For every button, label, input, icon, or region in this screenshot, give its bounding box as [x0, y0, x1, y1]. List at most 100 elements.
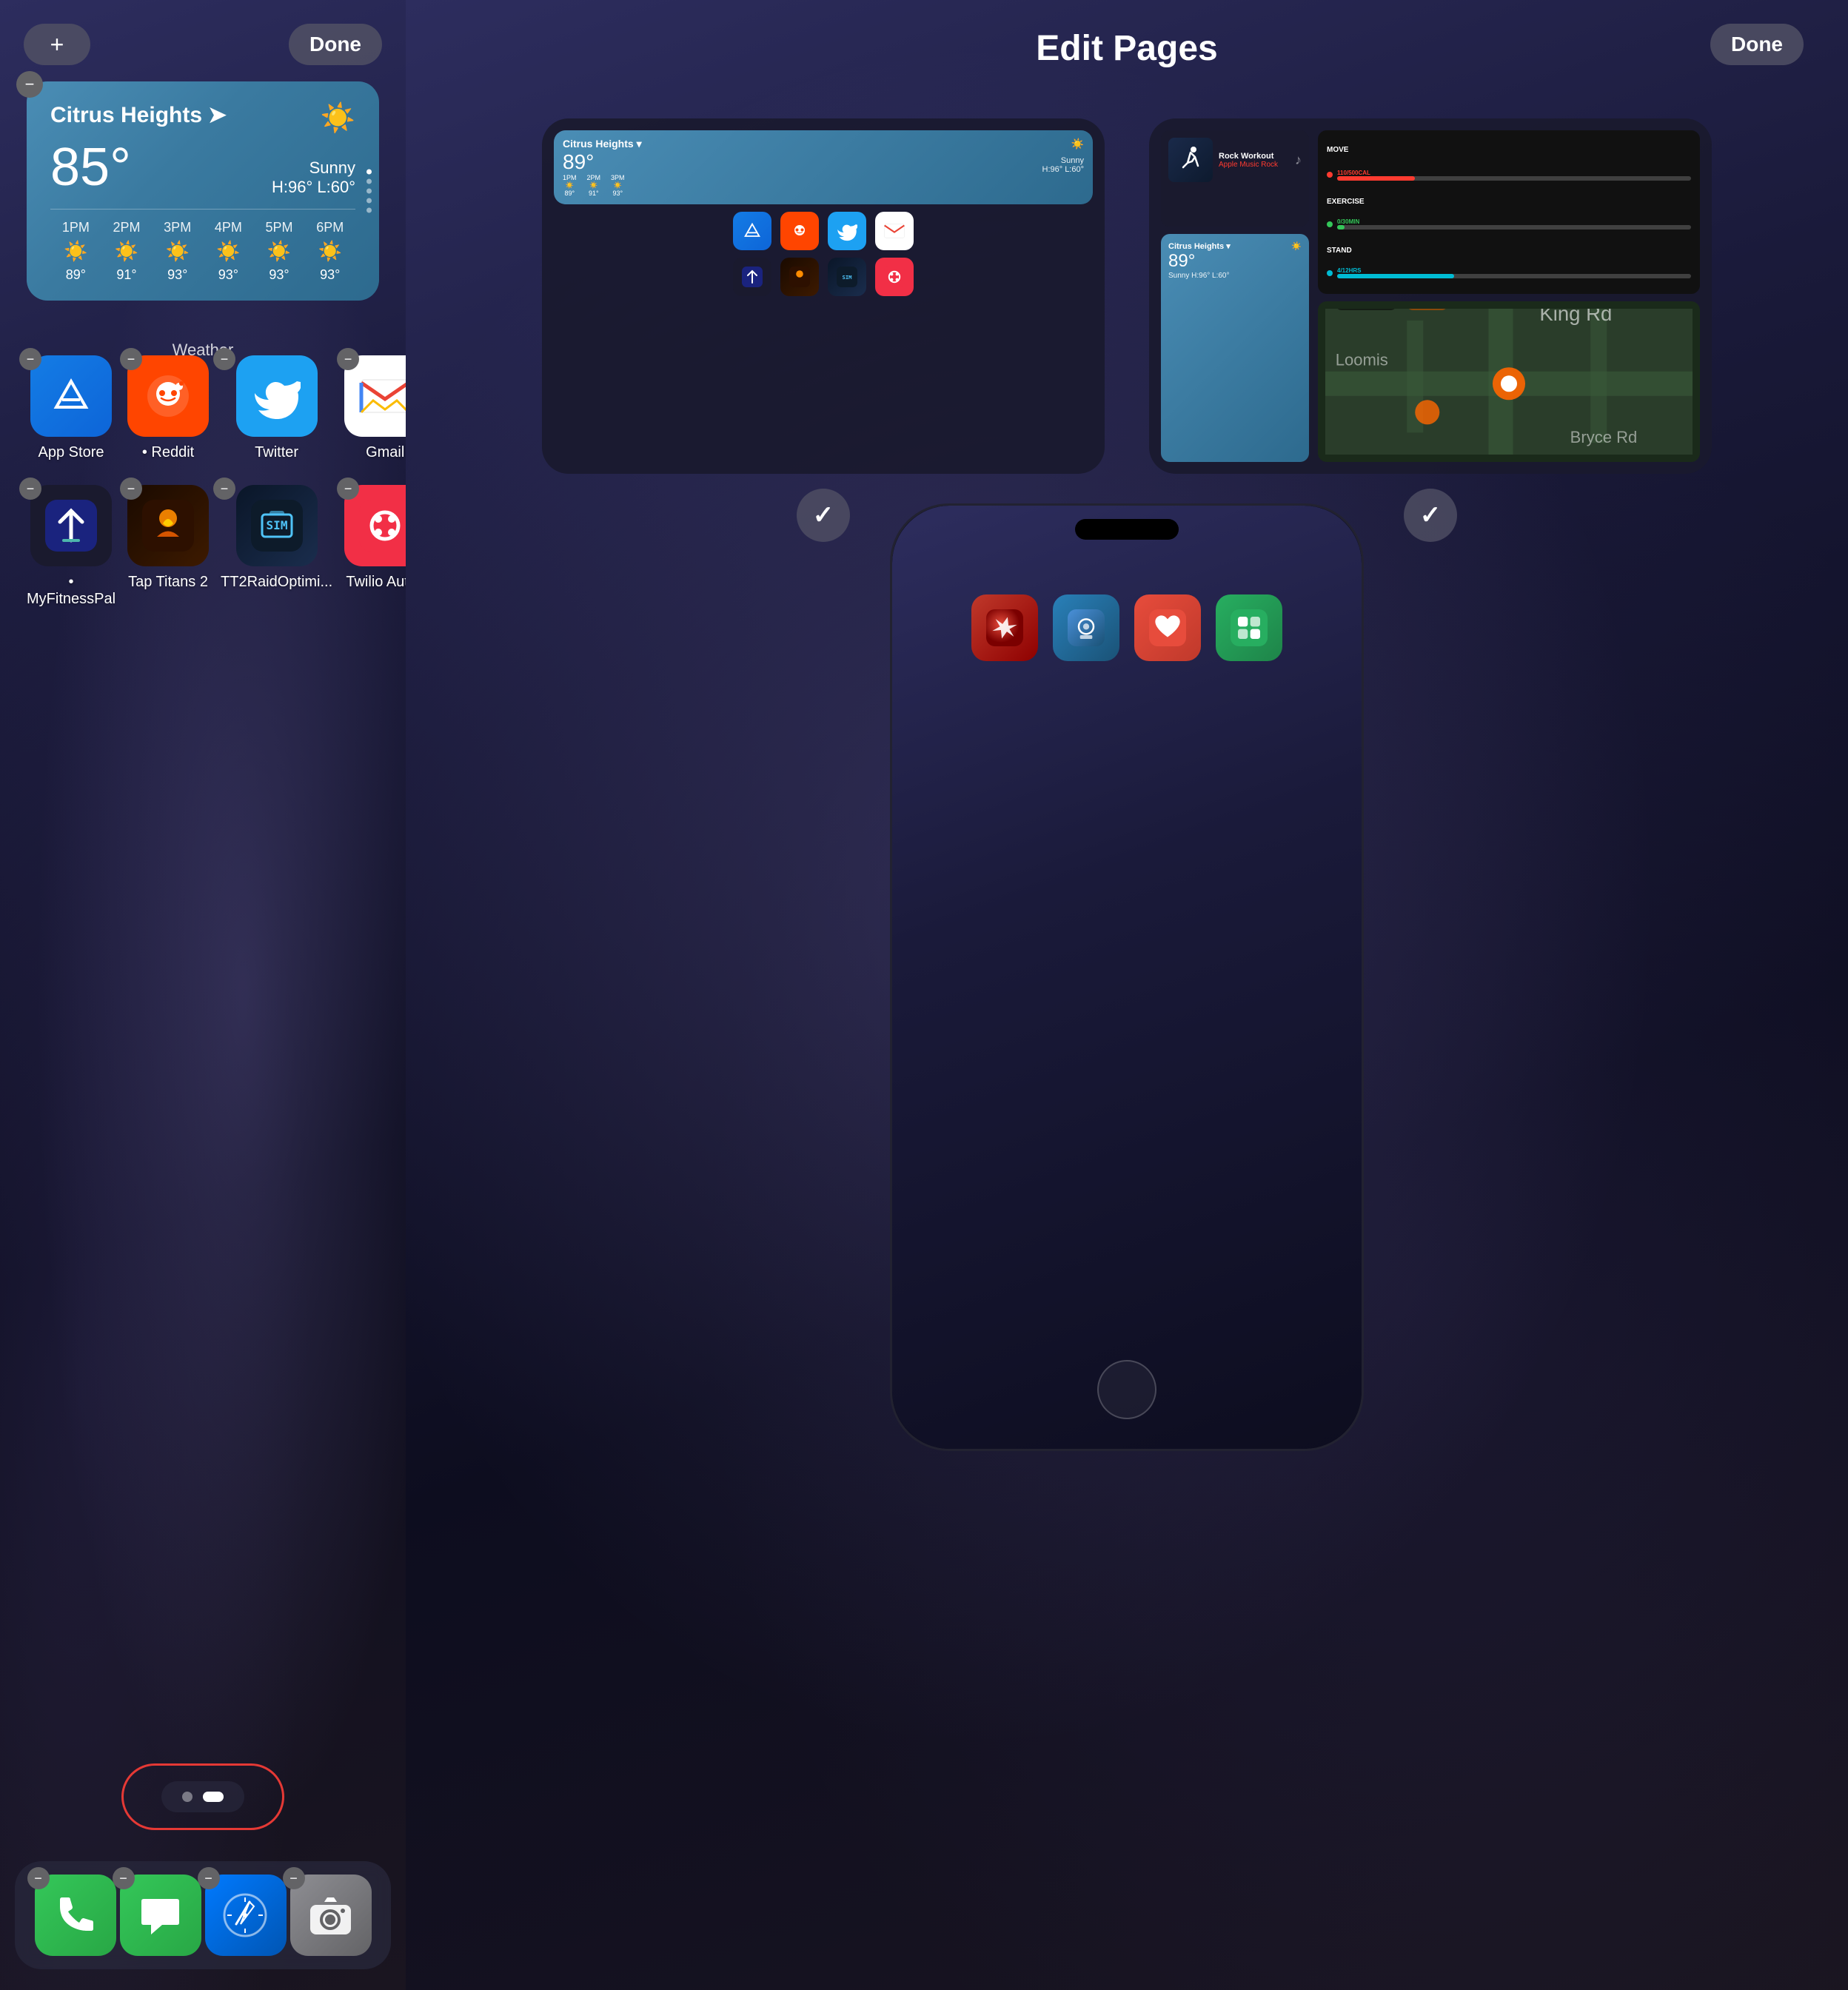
page-dot-3: [366, 189, 372, 194]
page-thumb-1[interactable]: Citrus Heights ▾ ☀️ 89° Sunny H:96° L:60…: [542, 118, 1105, 474]
dock: − − −: [15, 1861, 391, 1969]
phone-app-row: [892, 550, 1362, 661]
twitter-label: Twitter: [255, 444, 298, 461]
thumb-myfitness: [733, 258, 771, 296]
page-thumb-2[interactable]: Rock Workout Apple Music Rock ♪ Citrus H…: [1149, 118, 1712, 474]
thumb-taptitans: [780, 258, 819, 296]
weather-hour-2: 2PM ☀️ 91°: [101, 220, 153, 283]
svg-text:King Rd: King Rd: [1539, 309, 1612, 325]
runner-icon: [1168, 138, 1213, 182]
thumb-reddit: [780, 212, 819, 250]
music-title: Rock Workout: [1219, 152, 1289, 161]
page-indicator-area: [161, 1781, 244, 1812]
app-grid: − App Store −: [27, 355, 379, 608]
page-dot-2: [366, 179, 372, 184]
move-value: 110/500CAL: [1337, 170, 1691, 176]
camera-icon: [290, 1875, 372, 1956]
remove-gmail-button[interactable]: −: [337, 348, 359, 370]
page-dot-1: [366, 170, 372, 175]
remove-camera-button[interactable]: −: [283, 1867, 305, 1889]
thumb-gmail: [875, 212, 914, 250]
done-button-left[interactable]: Done: [289, 24, 382, 65]
remove-appstore-button[interactable]: −: [19, 348, 41, 370]
plus-icon: +: [50, 31, 64, 58]
myfitness-icon: [30, 485, 112, 566]
thumb-weather-widget-2: Citrus Heights ▾ ☀️ 89° Sunny H:96° L:60…: [1161, 234, 1309, 462]
phone-ring-icon: [1053, 594, 1119, 661]
weather-city: Citrus Heights ➤: [50, 102, 227, 128]
page-dots: [366, 170, 372, 213]
tt2raid-label: TT2RaidOptimi...: [221, 574, 332, 591]
weather-main-row: 85° Sunny H:96° L:60°: [50, 138, 355, 197]
phone-nova-icon: [971, 594, 1038, 661]
phone-mockup: [890, 503, 1364, 1451]
done-button-right[interactable]: Done: [1710, 24, 1804, 65]
remove-myfitness-button[interactable]: −: [19, 478, 41, 500]
remove-safari-button[interactable]: −: [198, 1867, 220, 1889]
remove-phone-button[interactable]: −: [27, 1867, 50, 1889]
dock-item-camera[interactable]: −: [290, 1875, 372, 1956]
pages-container: Citrus Heights ▾ ☀️ 89° Sunny H:96° L:60…: [450, 118, 1804, 474]
phone-home-button[interactable]: [1097, 1360, 1156, 1419]
weather-hour-3: 3PM ☀️ 93°: [152, 220, 203, 283]
tt2raid-icon: SIM: [236, 485, 318, 566]
check-button-1[interactable]: ✓: [797, 489, 850, 542]
thumb-weather-mini-1: Citrus Heights ▾ ☀️ 89° Sunny H:96° L:60…: [554, 130, 1093, 204]
phone-icon: [35, 1875, 116, 1956]
svg-text:SIM: SIM: [266, 518, 287, 532]
gmail-label: Gmail: [366, 444, 404, 461]
weather-sun-icon: ☀️: [321, 102, 355, 135]
page-dot-5: [366, 208, 372, 213]
phone-inner: [892, 506, 1362, 1449]
safari-icon: [205, 1875, 287, 1956]
app-item-twitter[interactable]: − Twitter: [221, 355, 332, 461]
remove-weather-button[interactable]: −: [16, 71, 43, 98]
reddit-icon: [127, 355, 209, 437]
thumb-activity-widget: MOVE 110/500CAL EXERCISE: [1318, 130, 1700, 294]
app-item-gmail[interactable]: − Gmail: [344, 355, 406, 461]
remove-tt2raid-button[interactable]: −: [213, 478, 235, 500]
thumb-left-inner: Citrus Heights ▾ ☀️ 89° Sunny H:96° L:60…: [542, 118, 1105, 474]
app-item-taptitans[interactable]: − Tap Titans 2: [127, 485, 209, 608]
app-item-myfitness[interactable]: − • MyFitnessPal: [27, 485, 116, 608]
thumb-app-row-2: SIM: [554, 258, 1093, 296]
thumb-tt2raid: SIM: [828, 258, 866, 296]
thumb-right-left-col: Rock Workout Apple Music Rock ♪ Citrus H…: [1161, 130, 1309, 462]
edit-pages-title: Edit Pages: [1036, 28, 1217, 69]
appstore-label: App Store: [38, 444, 104, 461]
thumb-map-widget: King Rd Loomis Bryce Rd ⚑: [1318, 301, 1700, 462]
dock-item-messages[interactable]: −: [120, 1875, 201, 1956]
dock-item-safari[interactable]: −: [205, 1875, 287, 1956]
thumb-twilio: [875, 258, 914, 296]
location-icon: ➤: [208, 102, 227, 128]
remove-taptitans-button[interactable]: −: [120, 478, 142, 500]
phone-health-icon: [1134, 594, 1201, 661]
add-button[interactable]: +: [24, 24, 90, 65]
taptitans-icon: [127, 485, 209, 566]
check-button-2[interactable]: ✓: [1404, 489, 1457, 542]
taptitans-label: Tap Titans 2: [128, 574, 208, 591]
top-bar-left: + Done: [0, 24, 406, 65]
weather-hour-1: 1PM ☀️ 89°: [50, 220, 101, 283]
remove-twilio-button[interactable]: −: [337, 478, 359, 500]
thumb-music-widget: Rock Workout Apple Music Rock ♪: [1161, 130, 1309, 227]
weather-widget: − Citrus Heights ➤ ☀️ 85° Sunny H:96° L:…: [27, 81, 379, 301]
twitter-icon: [236, 355, 318, 437]
weather-top: Citrus Heights ➤ ☀️: [50, 102, 355, 135]
remove-twitter-button[interactable]: −: [213, 348, 235, 370]
remove-messages-button[interactable]: −: [113, 1867, 135, 1889]
twilio-label: Twilio Authy: [346, 574, 406, 591]
dock-item-phone[interactable]: −: [35, 1875, 116, 1956]
remove-reddit-button[interactable]: −: [120, 348, 142, 370]
top-bar-right: Done: [1710, 24, 1804, 65]
thumb-app-row-1: [554, 212, 1093, 250]
phone-widgetkit-icon: [1216, 594, 1282, 661]
app-item-twilio[interactable]: − Twilio Authy: [344, 485, 406, 608]
left-panel: + Done − Citrus Heights ➤ ☀️ 85° Sunny H: [0, 0, 406, 1990]
myfitness-label: • MyFitnessPal: [27, 574, 116, 608]
app-item-tt2raid[interactable]: − SIM TT2RaidOptimi...: [221, 485, 332, 608]
svg-text:Bryce Rd: Bryce Rd: [1570, 428, 1638, 446]
app-item-appstore[interactable]: − App Store: [27, 355, 116, 461]
app-item-reddit[interactable]: − • Reddit: [127, 355, 209, 461]
appstore-icon: [30, 355, 112, 437]
